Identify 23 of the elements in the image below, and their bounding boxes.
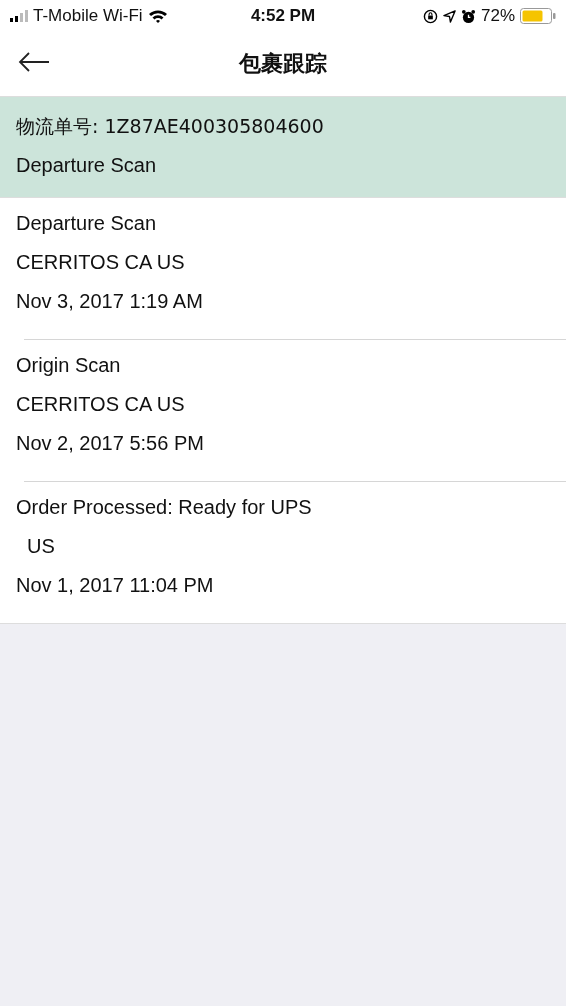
page-title: 包裹跟踪 bbox=[239, 50, 327, 78]
event-activity: Origin Scan bbox=[16, 353, 121, 378]
event-location: US bbox=[26, 534, 55, 559]
event-location: CERRITOS CA US bbox=[16, 392, 185, 417]
event-time: Nov 1, 2017 11:04 PM bbox=[16, 573, 214, 598]
event-location: CERRITOS CA US bbox=[16, 250, 185, 275]
wifi-icon bbox=[147, 9, 168, 23]
tracking-number: 物流单号: 1Z87AE400305804600 bbox=[16, 114, 324, 139]
event-activity: Order Processed: Ready for UPS bbox=[16, 495, 312, 520]
current-status: Departure Scan bbox=[16, 153, 157, 178]
signal-icon bbox=[10, 10, 28, 22]
alarm-clock-icon bbox=[460, 8, 476, 24]
back-arrow-icon bbox=[18, 52, 50, 72]
battery-percent: 72% bbox=[480, 6, 515, 26]
event-time: Nov 3, 2017 1:19 AM bbox=[16, 289, 203, 314]
location-arrow-icon bbox=[442, 9, 456, 23]
clock-time: 4:52 PM bbox=[250, 6, 316, 26]
event-activity: Departure Scan bbox=[16, 211, 157, 236]
rotation-lock-icon bbox=[422, 8, 438, 24]
event-time: Nov 2, 2017 5:56 PM bbox=[16, 431, 204, 456]
carrier-name: T-Mobile Wi-Fi bbox=[33, 6, 143, 26]
battery-icon bbox=[520, 8, 556, 24]
back-button[interactable] bbox=[16, 50, 52, 74]
